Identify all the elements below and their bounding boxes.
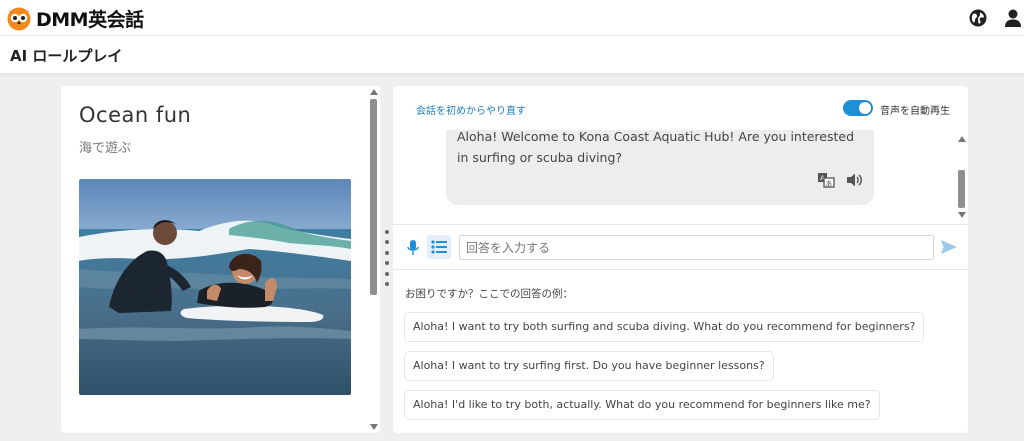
- scroll-down-arrow-icon[interactable]: [370, 424, 378, 430]
- suggestion-chip[interactable]: Aloha! I want to try surfing first. Do y…: [404, 351, 774, 381]
- drag-handle-dot: [385, 281, 389, 286]
- answer-input[interactable]: [459, 235, 934, 260]
- scrollbar-thumb[interactable]: [958, 170, 965, 208]
- send-icon[interactable]: [940, 239, 958, 255]
- svg-text:あ: あ: [826, 180, 833, 188]
- chat-panel: 会話を初めからやり直す 音声を自動再生 Aloha! Welcome to Ko…: [393, 86, 968, 433]
- toggle-knob: [859, 102, 871, 114]
- drag-handle-dot: [385, 230, 389, 234]
- scrollbar-thumb[interactable]: [370, 99, 377, 295]
- chat-scrollbar[interactable]: [956, 130, 968, 222]
- user-icon[interactable]: [1003, 8, 1023, 28]
- lesson-panel: Ocean fun 海で遊ぶ: [61, 86, 380, 433]
- scroll-down-arrow-icon[interactable]: [958, 212, 966, 218]
- top-header: DMM英会話: [0, 0, 1024, 36]
- dmm-logo[interactable]: DMM英会話: [6, 5, 144, 31]
- drag-handle-dot: [385, 261, 389, 266]
- answer-examples-title: お困りですか？ここでの回答の例：: [405, 288, 573, 300]
- list-icon: [431, 240, 447, 254]
- drag-handle-dot: [385, 271, 389, 276]
- autoplay-label: 音声を自動再生: [880, 106, 950, 117]
- translate-icon[interactable]: A あ: [817, 172, 835, 188]
- lesson-title: Ocean fun: [79, 103, 192, 127]
- restart-conversation-link[interactable]: 会話を初めからやり直す: [416, 102, 526, 117]
- microphone-icon[interactable]: [405, 239, 421, 257]
- suggestion-chip[interactable]: Aloha! I want to try both surfing and sc…: [404, 312, 925, 342]
- owl-logo-icon: [7, 7, 31, 31]
- panel-resize-handle[interactable]: [383, 230, 391, 286]
- surfing-lesson-photo: [79, 179, 351, 395]
- scroll-up-arrow-icon[interactable]: [370, 89, 378, 95]
- chat-message-area: Aloha! Welcome to Kona Coast Aquatic Hub…: [393, 130, 968, 222]
- lesson-subtitle: 海で遊ぶ: [79, 141, 132, 156]
- globe-icon[interactable]: [968, 8, 988, 28]
- page-title: AI ロールプレイ: [10, 47, 123, 65]
- ai-message-bubble: Aloha! Welcome to Kona Coast Aquatic Hub…: [446, 130, 874, 205]
- sub-header: AI ロールプレイ: [0, 36, 1024, 74]
- suggestion-chip[interactable]: Aloha! I'd like to try both, actually. W…: [404, 390, 880, 420]
- answer-examples-button[interactable]: [427, 235, 451, 259]
- speaker-icon[interactable]: [845, 172, 863, 188]
- ai-message-text: Aloha! Welcome to Kona Coast Aquatic Hub…: [457, 130, 855, 165]
- logo-text: DMM英会話: [36, 8, 144, 31]
- scroll-up-arrow-icon[interactable]: [958, 136, 966, 142]
- drag-handle-dot: [385, 240, 389, 245]
- autoplay-toggle[interactable]: [843, 100, 873, 116]
- lesson-panel-scrollbar[interactable]: [368, 86, 380, 433]
- answer-input-row: [393, 224, 968, 270]
- drag-handle-dot: [385, 250, 389, 255]
